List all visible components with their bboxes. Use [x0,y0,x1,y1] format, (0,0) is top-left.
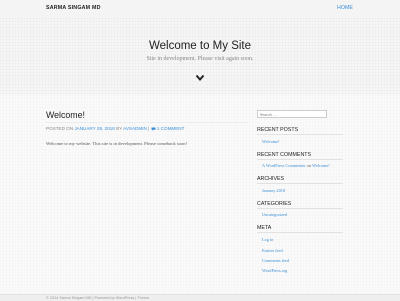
recent-posts-rule [257,134,343,135]
post-body: Welcome to my website. This site is in d… [46,141,188,146]
categories-title: CATEGORIES [257,201,292,207]
archives-rule [257,183,343,184]
site-title: Welcome to My Site [148,40,252,52]
recent-post-link[interactable]: Welcome! [262,139,280,144]
site-brand[interactable]: SARMA SINGAM MD [46,5,101,11]
post-title[interactable]: Welcome! [46,110,85,120]
recent-comments-rule [257,159,343,160]
category-link[interactable]: Uncategorized [262,212,287,217]
recent-posts-title: RECENT POSTS [257,127,299,133]
comment-icon [151,127,156,131]
chevron-down-icon[interactable] [195,74,205,82]
nav-home-link[interactable]: HOME [337,5,353,11]
meta-comments-feed-link[interactable]: Comments feed [262,258,289,263]
meta-wordpress-link[interactable]: WordPress.org [262,268,287,273]
meta-title: META [257,225,272,231]
meta-rule [257,232,343,233]
post-meta: POSTED ON JANUARY 28, 2018 BY AVSADMIN |… [46,126,184,131]
post-comments-link[interactable]: 1 COMMENT [157,126,185,131]
recent-comment-item: A WordPress Commenter on Welcome! [262,163,330,168]
footer-text: © 2024 Sarma Singam MD | Powered by Word… [46,296,150,300]
post-date-link[interactable]: JANUARY 28, 2018 [74,126,114,131]
content-area [0,94,400,300]
post-author-link[interactable]: AVSADMIN [123,126,147,131]
hero-header: Welcome to My Site Site in development. … [0,18,400,94]
meta-separator: | [148,126,150,131]
meta-login-link[interactable]: Log in [262,237,273,242]
archives-title: ARCHIVES [257,176,285,182]
search-input[interactable] [257,110,327,118]
comment-author-link[interactable]: A WordPress Commenter [262,163,306,168]
post-divider [46,122,248,123]
top-navbar: SARMA SINGAM MD HOME [0,0,400,19]
archive-link[interactable]: January 2018 [262,188,285,193]
site-description: Site in development. Please visit again … [146,56,254,62]
posted-on-label: POSTED ON [46,126,74,131]
categories-rule [257,208,343,209]
comment-on-label: on [306,163,312,168]
comment-post-link[interactable]: Welcome! [312,163,330,168]
recent-comments-title: RECENT COMMENTS [257,152,312,158]
meta-entries-feed-link[interactable]: Entries feed [262,248,283,253]
by-label: BY [116,126,123,131]
